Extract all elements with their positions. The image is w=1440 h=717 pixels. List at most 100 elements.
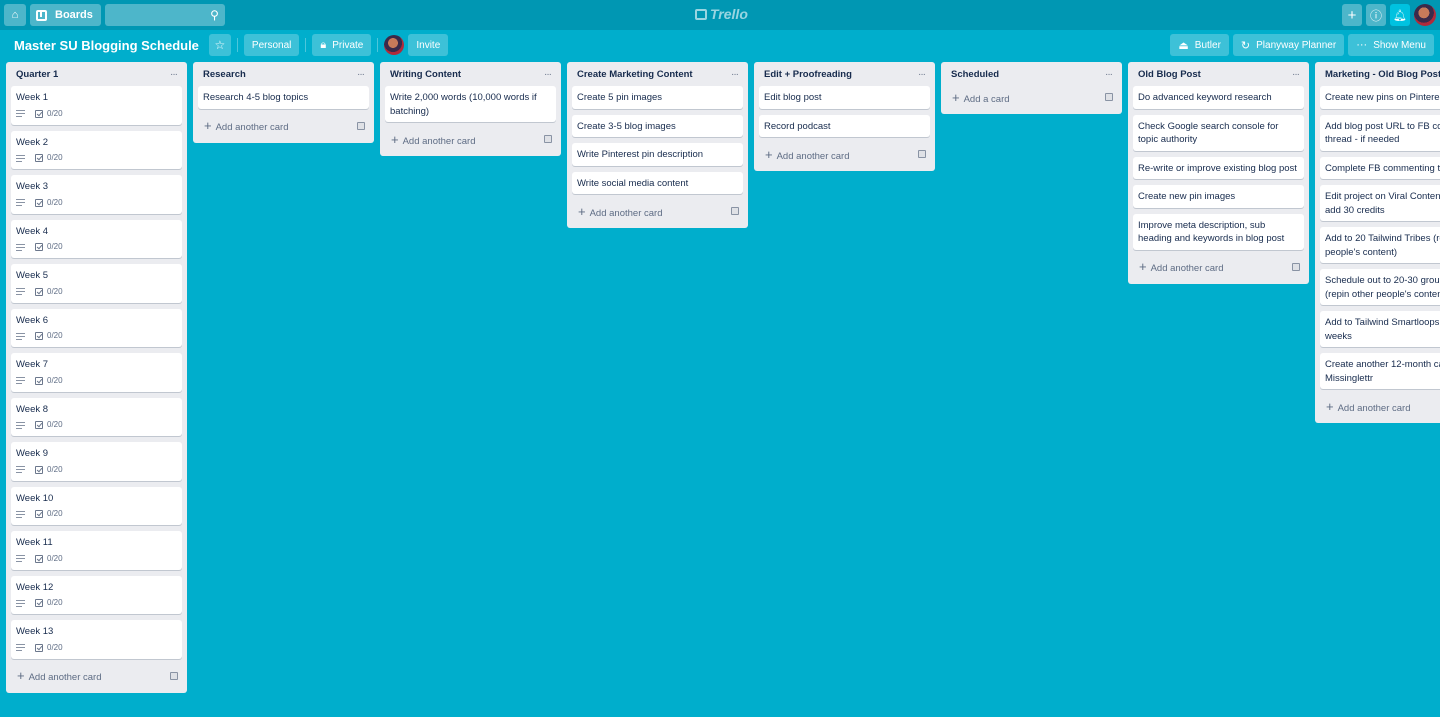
- add-card-button[interactable]: + Add another card: [204, 118, 288, 133]
- card-title: Check Google search console for topic au…: [1138, 120, 1279, 146]
- list-menu-icon[interactable]: ···: [357, 69, 365, 80]
- board-title[interactable]: Master SU Blogging Schedule: [14, 38, 199, 53]
- list-header[interactable]: Quarter 1 ···: [11, 62, 182, 86]
- card[interactable]: Week 2 0/20: [11, 130, 182, 169]
- checklist-count: 0/20: [47, 509, 63, 519]
- card[interactable]: Week 12 0/20: [11, 575, 182, 614]
- add-card-button[interactable]: + Add a card: [952, 90, 1010, 105]
- team-button[interactable]: Personal: [243, 34, 300, 56]
- card[interactable]: Check Google search console for topic au…: [1133, 114, 1304, 151]
- card[interactable]: Week 8 0/20: [11, 397, 182, 436]
- list-header[interactable]: Marketing - Old Blog Post ···: [1320, 62, 1440, 86]
- card[interactable]: Create 3-5 blog images: [572, 114, 743, 137]
- card[interactable]: Week 3 0/20: [11, 175, 182, 214]
- card[interactable]: Re-write or improve existing blog post: [1133, 156, 1304, 179]
- search-input[interactable]: ⚲: [104, 4, 225, 26]
- list-menu-icon[interactable]: ···: [1105, 69, 1113, 80]
- list-menu-icon[interactable]: ···: [731, 69, 739, 80]
- add-card-button[interactable]: + Add another card: [765, 147, 849, 162]
- star-button[interactable]: ☆: [208, 34, 231, 56]
- add-card-row: + Add another card: [11, 665, 182, 687]
- list-header[interactable]: Create Marketing Content ···: [572, 62, 743, 86]
- list-title[interactable]: Marketing - Old Blog Post: [1325, 69, 1440, 80]
- planyway-button[interactable]: ↻ Planyway Planner: [1232, 34, 1345, 56]
- list-title[interactable]: Research: [203, 69, 246, 80]
- card[interactable]: Write social media content: [572, 171, 743, 194]
- user-avatar[interactable]: [1414, 4, 1436, 26]
- card[interactable]: Week 9 0/20: [11, 442, 182, 481]
- divider: [236, 38, 238, 52]
- card[interactable]: Add blog post URL to FB commenting threa…: [1320, 114, 1440, 151]
- card[interactable]: Create new pins on Pinterest: [1320, 86, 1440, 109]
- card[interactable]: Add to 20 Tailwind Tribes (repin other p…: [1320, 227, 1440, 263]
- checklist-icon: [35, 243, 43, 251]
- card-title: Improve meta description, sub heading an…: [1138, 219, 1285, 245]
- card[interactable]: Create new pin images: [1133, 185, 1304, 208]
- card-template-icon[interactable]: [918, 150, 926, 158]
- add-card-button[interactable]: + Add another card: [391, 132, 475, 147]
- list-header[interactable]: Research ···: [198, 62, 369, 86]
- card[interactable]: Research 4-5 blog topics: [198, 86, 369, 109]
- card-template-icon[interactable]: [544, 135, 552, 143]
- list-menu-icon[interactable]: ···: [544, 69, 552, 80]
- card[interactable]: Week 7 0/20: [11, 353, 182, 392]
- add-card-button[interactable]: + Add another card: [17, 668, 101, 683]
- list-menu-icon[interactable]: ···: [1292, 69, 1300, 80]
- description-icon: [16, 199, 25, 206]
- list-title[interactable]: Edit + Proofreading: [764, 69, 852, 80]
- card[interactable]: Create another 12-month campaign in Miss…: [1320, 353, 1440, 389]
- card[interactable]: Week 6 0/20: [11, 308, 182, 347]
- add-card-button[interactable]: + Add another card: [578, 204, 662, 219]
- trello-logo[interactable]: Trello: [695, 6, 748, 22]
- add-card-button[interactable]: + Add another card: [1139, 259, 1223, 274]
- home-button[interactable]: ⌂: [4, 4, 26, 26]
- card[interactable]: Write Pinterest pin description: [572, 143, 743, 166]
- list-menu-icon[interactable]: ···: [918, 69, 926, 80]
- card[interactable]: Edit project on Viral Content Bee - add …: [1320, 185, 1440, 221]
- card-badges: 0/20: [16, 463, 177, 477]
- list-title[interactable]: Writing Content: [390, 69, 461, 80]
- card-template-icon[interactable]: [170, 671, 178, 680]
- card[interactable]: Write 2,000 words (10,000 words if batch…: [385, 86, 556, 122]
- list-header[interactable]: Edit + Proofreading ···: [759, 62, 930, 86]
- notifications-button[interactable]: 🔔︎: [1390, 4, 1410, 26]
- list: Scheduled ··· + Add a card: [941, 62, 1122, 114]
- show-menu-button[interactable]: ··· Show Menu: [1348, 34, 1434, 56]
- add-card-button[interactable]: + Add another card: [1326, 399, 1410, 414]
- list-header[interactable]: Scheduled ···: [946, 62, 1117, 86]
- card[interactable]: Create 5 pin images: [572, 86, 743, 109]
- create-button[interactable]: +: [1342, 4, 1362, 26]
- list-title[interactable]: Quarter 1: [16, 69, 58, 80]
- card-template-icon[interactable]: [1292, 262, 1300, 271]
- card[interactable]: Week 4 0/20: [11, 219, 182, 258]
- home-icon: ⌂: [11, 9, 19, 21]
- card[interactable]: Record podcast: [759, 114, 930, 137]
- card[interactable]: Improve meta description, sub heading an…: [1133, 213, 1304, 250]
- list-header[interactable]: Old Blog Post ···: [1133, 62, 1304, 86]
- card-template-icon[interactable]: [1105, 93, 1113, 101]
- card[interactable]: Week 5 0/20: [11, 264, 182, 303]
- card[interactable]: Complete FB commenting t: [1320, 156, 1440, 179]
- card[interactable]: Week 10 0/20: [11, 486, 182, 525]
- card[interactable]: Week 13 0/20: [11, 620, 182, 659]
- card[interactable]: Do advanced keyword research: [1133, 86, 1304, 109]
- card[interactable]: Week 11 0/20: [11, 531, 182, 570]
- list-menu-icon[interactable]: ···: [170, 69, 178, 80]
- member-avatar[interactable]: [384, 35, 405, 55]
- boards-button[interactable]: Boards: [30, 4, 101, 26]
- checklist-icon: [35, 198, 43, 207]
- list-title[interactable]: Scheduled: [951, 69, 999, 80]
- card[interactable]: Edit blog post: [759, 86, 930, 109]
- list-title[interactable]: Create Marketing Content: [577, 69, 693, 80]
- list-header[interactable]: Writing Content ···: [385, 62, 556, 86]
- butler-button[interactable]: ⏏ Butler: [1170, 34, 1229, 56]
- card-template-icon[interactable]: [357, 121, 365, 130]
- invite-button[interactable]: Invite: [408, 34, 449, 56]
- visibility-button[interactable]: 🔒︎ Private: [312, 34, 372, 56]
- card-template-icon[interactable]: [731, 207, 739, 215]
- card[interactable]: Schedule out to 20-30 group boards (repi…: [1320, 269, 1440, 305]
- list-title[interactable]: Old Blog Post: [1138, 69, 1201, 80]
- info-button[interactable]: ⓘ: [1366, 4, 1386, 26]
- card[interactable]: Week 1 0/20: [11, 86, 182, 125]
- card[interactable]: Add to Tailwind Smartloops for 12 weeks: [1320, 311, 1440, 347]
